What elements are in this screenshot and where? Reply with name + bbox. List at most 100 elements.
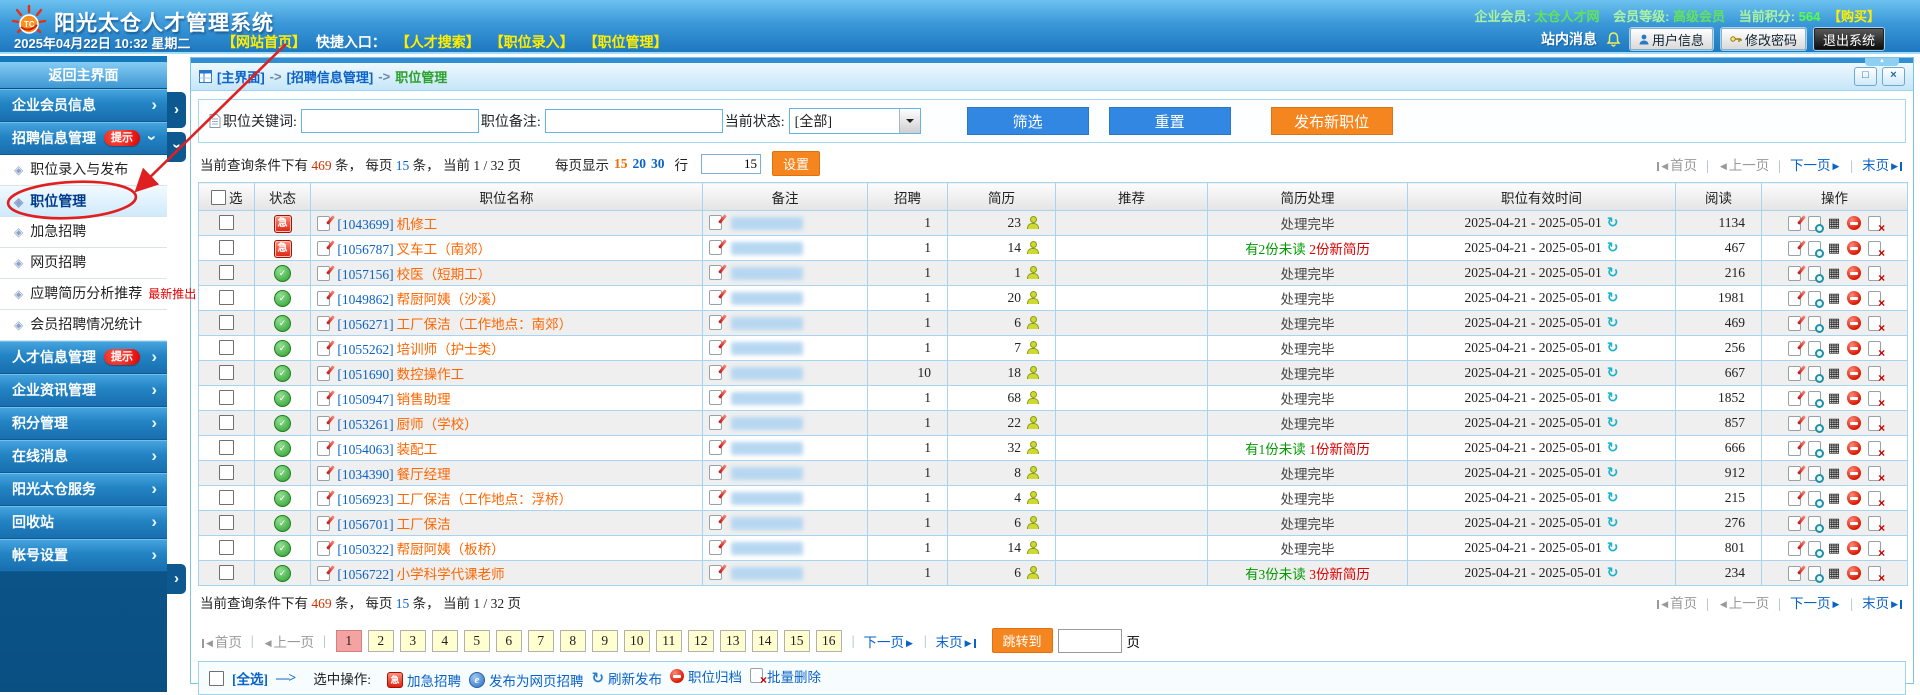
page-button[interactable]: 7 [528, 630, 554, 652]
preview-icon[interactable] [1808, 516, 1821, 531]
resume-person-icon[interactable] [1026, 316, 1039, 329]
grid-icon[interactable]: ▦ [1828, 292, 1840, 305]
position-name-link[interactable]: 工厂保洁（工作地点：浮桥） [397, 492, 573, 507]
archive-icon[interactable] [1847, 216, 1861, 230]
delete-icon[interactable]: × [1868, 241, 1881, 256]
bulk-action-refresh[interactable]: ↻刷新发布 [591, 668, 662, 688]
edit-remark-icon[interactable] [709, 315, 722, 330]
edit-remark-icon[interactable] [709, 440, 722, 455]
position-entry-link[interactable]: 【职位录入】 [490, 34, 574, 50]
position-name-link[interactable]: 销售助理 [397, 392, 451, 407]
preview-icon[interactable] [1808, 466, 1821, 481]
delete-icon[interactable]: × [1868, 441, 1881, 456]
edit-icon[interactable] [1788, 491, 1801, 506]
archive-icon[interactable] [1847, 491, 1861, 505]
resume-person-icon[interactable] [1026, 216, 1039, 229]
collapse-up-button[interactable]: ▲ [1865, 58, 1899, 66]
edit-icon[interactable] [1788, 291, 1801, 306]
row-checkbox[interactable] [219, 565, 234, 580]
bulk-action-stop[interactable]: 职位归档 [670, 666, 742, 686]
refresh-period-icon[interactable]: ↻ [1607, 315, 1619, 331]
grid-icon[interactable]: ▦ [1828, 392, 1840, 405]
page-size-option[interactable]: 20 [633, 156, 647, 171]
position-name-link[interactable]: 餐厅经理 [397, 467, 451, 482]
resume-person-icon[interactable] [1026, 391, 1039, 404]
position-id-link[interactable]: [1054063] [337, 442, 393, 457]
resume-person-icon[interactable] [1026, 341, 1039, 354]
resume-person-icon[interactable] [1026, 291, 1039, 304]
refresh-period-icon[interactable]: ↻ [1607, 540, 1619, 556]
refresh-period-icon[interactable]: ↻ [1607, 440, 1619, 456]
edit-icon[interactable] [1788, 466, 1801, 481]
pager-first[interactable]: ◀首页 [1657, 596, 1697, 611]
preview-icon[interactable] [1808, 216, 1821, 231]
grid-icon[interactable]: ▦ [1828, 267, 1840, 280]
row-checkbox[interactable] [219, 265, 234, 280]
position-id-link[interactable]: [1050322] [337, 542, 393, 557]
maximize-button[interactable]: □ [1854, 67, 1877, 86]
archive-icon[interactable] [1847, 416, 1861, 430]
resume-person-icon[interactable] [1026, 241, 1039, 254]
sidebar-group[interactable]: 积分管理› [0, 407, 167, 440]
resume-person-icon[interactable] [1026, 441, 1039, 454]
archive-icon[interactable] [1847, 516, 1861, 530]
edit-icon[interactable] [1788, 516, 1801, 531]
sidebar-group[interactable]: 招聘信息管理提示› [0, 122, 167, 155]
resume-person-icon[interactable] [1026, 541, 1039, 554]
resume-person-icon[interactable] [1026, 366, 1039, 379]
page-button[interactable]: 1 [336, 630, 362, 652]
edit-icon[interactable] [1788, 241, 1801, 256]
edit-remark-icon[interactable] [709, 340, 722, 355]
row-checkbox[interactable] [219, 515, 234, 530]
position-id-link[interactable]: [1057156] [337, 267, 393, 282]
grid-icon[interactable]: ▦ [1828, 467, 1840, 480]
sidebar-item[interactable]: ◈职位录入与发布 [0, 155, 167, 186]
page-button[interactable]: 12 [688, 630, 714, 652]
select-all-checkbox[interactable] [209, 671, 224, 686]
row-checkbox[interactable] [219, 540, 234, 555]
refresh-period-icon[interactable]: ↻ [1607, 265, 1619, 281]
collapse-down-handle[interactable]: › [167, 132, 186, 162]
page-button[interactable]: 2 [368, 630, 394, 652]
edit-icon[interactable] [1788, 341, 1801, 356]
position-name-link[interactable]: 帮厨阿姨（沙溪） [397, 292, 505, 307]
grid-icon[interactable]: ▦ [1828, 567, 1840, 580]
edit-position-icon[interactable] [317, 441, 330, 456]
sidebar-group[interactable]: 企业资讯管理› [0, 374, 167, 407]
change-password-button[interactable]: 修改密码 [1721, 28, 1806, 50]
edit-icon[interactable] [1788, 216, 1801, 231]
edit-position-icon[interactable] [317, 216, 330, 231]
delete-icon[interactable]: × [1868, 416, 1881, 431]
delete-icon[interactable]: × [1868, 466, 1881, 481]
resume-person-icon[interactable] [1026, 516, 1039, 529]
delete-icon[interactable]: × [1868, 316, 1881, 331]
sidebar-group[interactable]: 人才信息管理提示› [0, 341, 167, 374]
row-checkbox[interactable] [219, 240, 234, 255]
page-button[interactable]: 16 [816, 630, 842, 652]
position-id-link[interactable]: [1051690] [337, 367, 393, 382]
position-id-link[interactable]: [1056923] [337, 492, 393, 507]
edit-remark-icon[interactable] [709, 215, 722, 230]
delete-icon[interactable]: × [1868, 216, 1881, 231]
refresh-period-icon[interactable]: ↻ [1607, 390, 1619, 406]
pager-prev[interactable]: ◀上一页 [1718, 158, 1769, 173]
talent-search-link[interactable]: 【人才搜索】 [396, 34, 480, 50]
archive-icon[interactable] [1847, 291, 1861, 305]
grid-icon[interactable]: ▦ [1828, 367, 1840, 380]
delete-icon[interactable]: × [1868, 516, 1881, 531]
preview-icon[interactable] [1808, 291, 1821, 306]
page-button[interactable]: 9 [592, 630, 618, 652]
refresh-period-icon[interactable]: ↻ [1607, 215, 1619, 231]
grid-icon[interactable]: ▦ [1828, 317, 1840, 330]
pager-first[interactable]: ◀首页 [1657, 158, 1697, 173]
grid-icon[interactable]: ▦ [1828, 242, 1840, 255]
archive-icon[interactable] [1847, 441, 1861, 455]
page-button[interactable]: 15 [784, 630, 810, 652]
position-name-link[interactable]: 培训师（护士类） [397, 342, 505, 357]
position-id-link[interactable]: [1053261] [337, 417, 393, 432]
resume-person-icon[interactable] [1026, 466, 1039, 479]
position-name-link[interactable]: 厨师（学校） [397, 417, 478, 432]
row-checkbox[interactable] [219, 315, 234, 330]
edit-position-icon[interactable] [317, 416, 330, 431]
row-checkbox[interactable] [219, 290, 234, 305]
